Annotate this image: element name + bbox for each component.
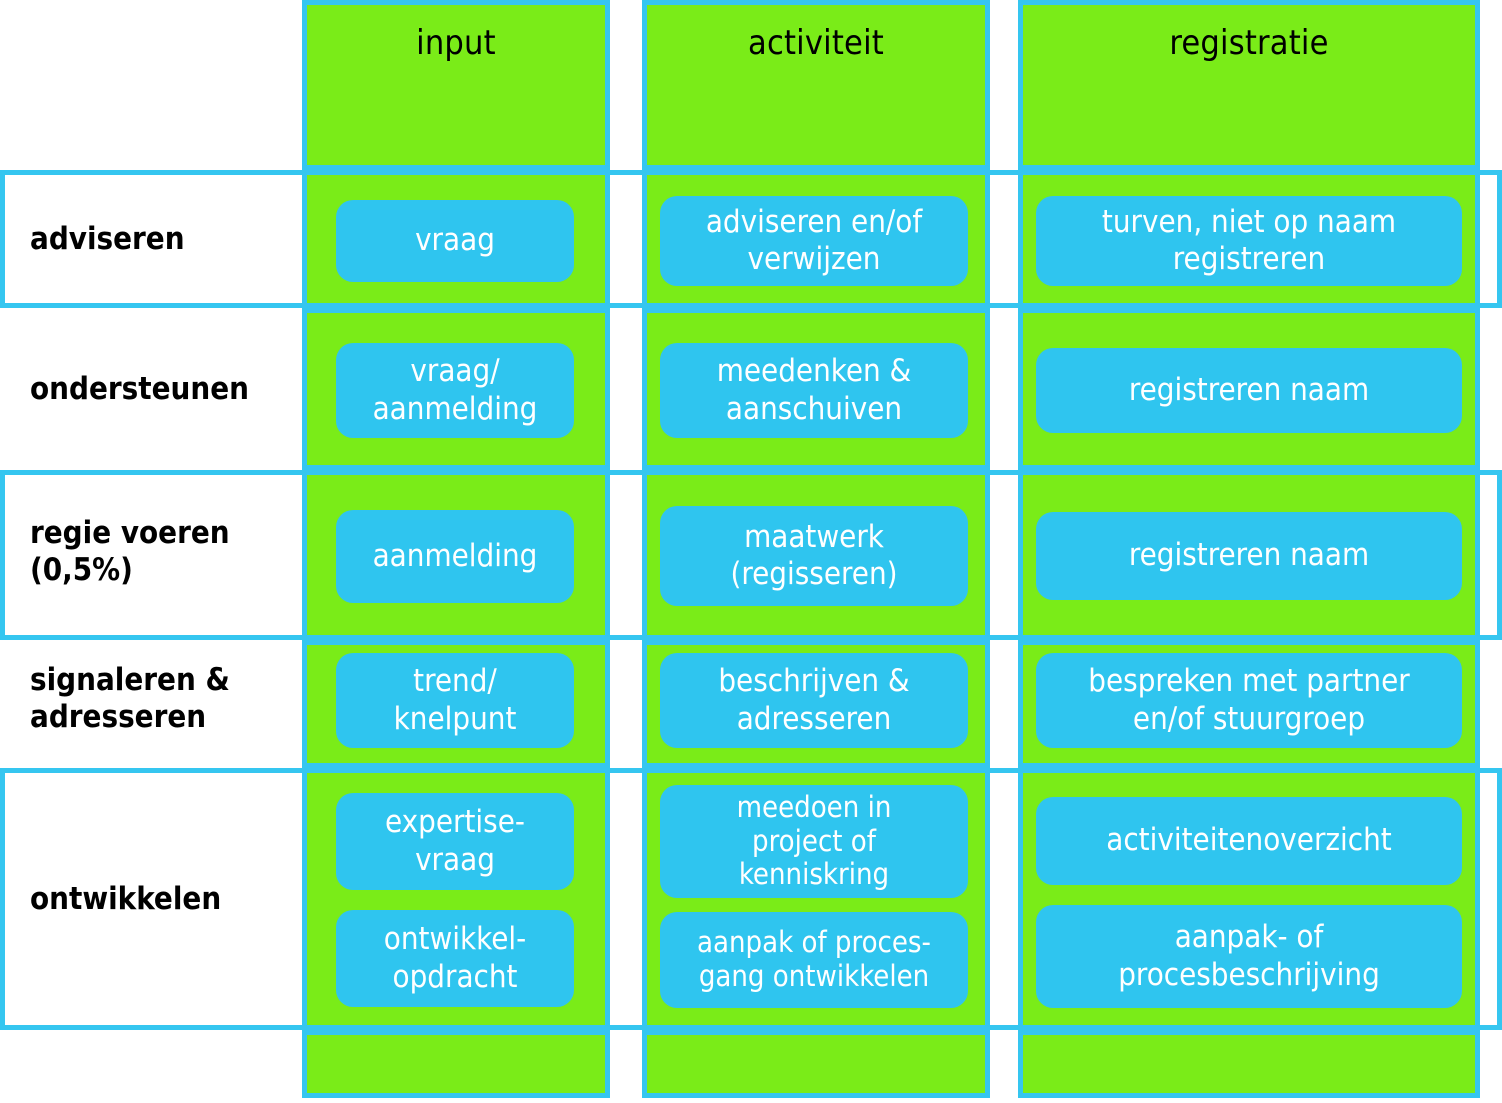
- column-footer-panel-activiteit: [642, 1030, 990, 1098]
- pill-text: meedenken & aanschuiven: [716, 353, 912, 427]
- pill-text: maatwerk (regisseren): [730, 518, 898, 592]
- pill-text: beschrijven & adresseren: [718, 663, 910, 737]
- pill-text: ontwikkel- opdracht: [383, 921, 527, 995]
- pill-ontwikkelen-activiteit-1: aanpak of proces- gang ontwikkelen: [660, 912, 968, 1008]
- pill-text: aanmelding: [372, 537, 538, 574]
- column-header-panel-activiteit: activiteit: [642, 0, 990, 170]
- pill-ondersteunen-input-0: vraag/ aanmelding: [336, 343, 574, 438]
- pill-ontwikkelen-registratie-0: activiteitenoverzicht: [1036, 797, 1462, 885]
- pill-ontwikkelen-input-1: ontwikkel- opdracht: [336, 910, 574, 1007]
- column-header-panel-registratie: registratie: [1018, 0, 1480, 170]
- pill-text: vraag: [415, 222, 495, 259]
- column-footer-panel-input: [302, 1030, 610, 1098]
- pill-signaleren-adresseren-input-0: trend/ knelpunt: [336, 653, 574, 748]
- row-label-text-signaleren-line1: signaleren &: [30, 662, 230, 698]
- column-header-label-activiteit: activiteit: [748, 23, 884, 63]
- pill-adviseren-activiteit-0: adviseren en/of verwijzen: [660, 196, 968, 286]
- pill-ondersteunen-registratie-0: registreren naam: [1036, 348, 1462, 433]
- row-label-text-ondersteunen: ondersteunen: [30, 370, 250, 407]
- row-label-adviseren: adviseren: [30, 170, 292, 308]
- column-footer-panel-registratie: [1018, 1030, 1480, 1098]
- pill-regie-voeren-input-0: aanmelding: [336, 510, 574, 603]
- pill-text: expertise- vraag: [385, 804, 525, 878]
- pill-adviseren-input-0: vraag: [336, 200, 574, 282]
- column-header-label-registratie: registratie: [1169, 23, 1329, 63]
- pill-text: aanpak- of procesbeschrijving: [1118, 919, 1380, 993]
- pill-text: bespreken met partner en/of stuurgroep: [1088, 663, 1410, 737]
- row-label-text-regie-voeren-line2: (0,5%): [30, 551, 133, 588]
- pill-text: registreren naam: [1128, 537, 1370, 574]
- pill-adviseren-registratie-0: turven, niet op naam registreren: [1036, 196, 1462, 286]
- row-label-text-signaleren-line2: adresseren: [30, 698, 207, 735]
- pill-ontwikkelen-registratie-1: aanpak- of procesbeschrijving: [1036, 905, 1462, 1008]
- column-header-panel-input: input: [302, 0, 610, 170]
- row-label-ondersteunen: ondersteunen: [30, 308, 292, 470]
- pill-text: activiteitenoverzicht: [1106, 822, 1392, 859]
- pill-regie-voeren-registratie-0: registreren naam: [1036, 512, 1462, 600]
- pill-text: registreren naam: [1128, 371, 1370, 408]
- pill-ontwikkelen-input-0: expertise- vraag: [336, 793, 574, 890]
- pill-text: trend/ knelpunt: [393, 663, 517, 737]
- row-label-text-ontwikkelen: ontwikkelen: [30, 880, 222, 917]
- row-label-ontwikkelen: ontwikkelen: [30, 768, 292, 1030]
- process-matrix-diagram: input activiteit registratie adviseren v…: [0, 0, 1502, 1103]
- pill-text: aanpak of proces- gang ontwikkelen: [697, 925, 931, 993]
- pill-text: vraag/ aanmelding: [372, 353, 538, 427]
- pill-signaleren-adresseren-registratie-0: bespreken met partner en/of stuurgroep: [1036, 653, 1462, 748]
- pill-text: turven, niet op naam registreren: [1101, 203, 1397, 277]
- row-label-text-regie-voeren-line1: regie voeren: [30, 515, 230, 551]
- column-header-label-input: input: [416, 23, 496, 63]
- pill-ontwikkelen-activiteit-0: meedoen in project of kenniskring: [660, 785, 968, 898]
- pill-text: adviseren en/of verwijzen: [705, 203, 923, 277]
- pill-regie-voeren-activiteit-0: maatwerk (regisseren): [660, 506, 968, 606]
- pill-ondersteunen-activiteit-0: meedenken & aanschuiven: [660, 343, 968, 438]
- pill-signaleren-adresseren-activiteit-0: beschrijven & adresseren: [660, 653, 968, 748]
- pill-text: meedoen in project of kenniskring: [736, 789, 892, 892]
- row-label-text-adviseren: adviseren: [30, 220, 185, 257]
